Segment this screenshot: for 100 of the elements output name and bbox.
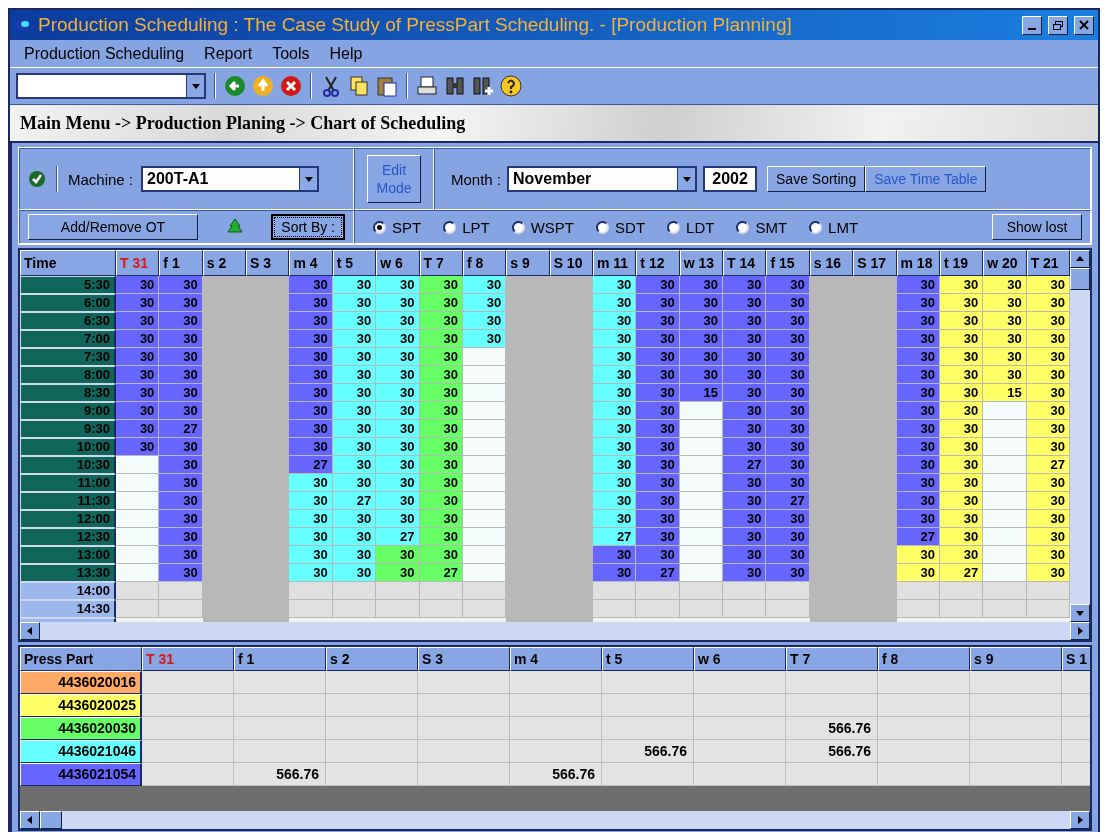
part-number[interactable]: 4436021054	[20, 763, 142, 786]
schedule-cell[interactable]	[983, 582, 1027, 600]
schedule-cell[interactable]	[116, 474, 160, 492]
rule-radio[interactable]: LMT	[809, 218, 859, 236]
schedule-cell[interactable]: 30	[159, 312, 203, 330]
schedule-cell[interactable]: 30	[376, 474, 420, 492]
schedule-cell[interactable]: 30	[593, 510, 637, 528]
schedule-cell[interactable]: 30	[376, 492, 420, 510]
schedule-cell[interactable]: 30	[116, 438, 160, 456]
schedule-cell[interactable]: 30	[679, 312, 724, 330]
up-icon[interactable]	[252, 75, 274, 97]
schedule-cell[interactable]: 30	[593, 294, 637, 312]
schedule-cell[interactable]: 30	[939, 474, 984, 492]
schedule-cell[interactable]	[462, 366, 507, 384]
schedule-cell[interactable]: 30	[289, 510, 333, 528]
help-icon[interactable]	[500, 75, 522, 97]
schedule-cell[interactable]: 30	[939, 348, 984, 366]
schedule-cell[interactable]: 30	[332, 474, 377, 492]
schedule-cell[interactable]: 30	[983, 366, 1027, 384]
schedule-cell[interactable]: 30	[896, 348, 940, 366]
menu-item[interactable]: Report	[194, 44, 263, 63]
schedule-cell[interactable]: 30	[593, 384, 637, 402]
schedule-cell[interactable]: 30	[376, 366, 420, 384]
schedule-cell[interactable]: 30	[593, 366, 637, 384]
schedule-cell[interactable]	[636, 600, 680, 618]
schedule-cell[interactable]: 30	[896, 330, 940, 348]
rule-radio[interactable]: SDT	[596, 218, 646, 236]
schedule-cell[interactable]: 30	[939, 384, 984, 402]
schedule-cell[interactable]: 30	[1026, 438, 1070, 456]
schedule-cell[interactable]: 30	[766, 546, 810, 564]
schedule-cell[interactable]: 30	[289, 384, 333, 402]
schedule-cell[interactable]: 30	[1026, 564, 1070, 582]
year-field[interactable]: 2002	[703, 166, 758, 192]
schedule-cell[interactable]: 30	[766, 294, 810, 312]
schedule-cell[interactable]: 30	[983, 294, 1027, 312]
schedule-cell[interactable]: 30	[766, 312, 810, 330]
schedule-cell[interactable]: 27	[636, 564, 680, 582]
schedule-cell[interactable]	[766, 582, 810, 600]
schedule-cell[interactable]: 30	[896, 420, 940, 438]
schedule-cell[interactable]: 27	[159, 420, 203, 438]
schedule-cell[interactable]: 30	[159, 330, 203, 348]
schedule-cell[interactable]: 30	[766, 438, 810, 456]
schedule-cell[interactable]	[332, 582, 377, 600]
schedule-cell[interactable]: 30	[159, 474, 203, 492]
schedule-cell[interactable]: 30	[332, 366, 377, 384]
binoculars-plus-icon[interactable]	[472, 75, 494, 97]
scrollbar-thumb[interactable]	[1070, 268, 1090, 290]
schedule-cell[interactable]: 30	[723, 438, 767, 456]
schedule-cell[interactable]: 30	[939, 510, 984, 528]
schedule-cell[interactable]	[679, 528, 724, 546]
schedule-cell[interactable]: 30	[289, 564, 333, 582]
part-number[interactable]: 4436020016	[20, 671, 142, 694]
binoculars-icon[interactable]	[444, 75, 466, 97]
radio-button[interactable]	[596, 220, 610, 234]
scrollbar-thumb[interactable]	[40, 811, 62, 829]
schedule-cell[interactable]: 30	[159, 348, 203, 366]
schedule-cell[interactable]	[462, 492, 507, 510]
schedule-cell[interactable]: 30	[116, 366, 160, 384]
schedule-cell[interactable]: 30	[1026, 474, 1070, 492]
schedule-cell[interactable]	[116, 492, 160, 510]
schedule-cell[interactable]: 30	[1026, 294, 1070, 312]
schedule-cell[interactable]: 30	[1026, 420, 1070, 438]
schedule-cell[interactable]: 30	[1026, 510, 1070, 528]
schedule-cell[interactable]: 27	[939, 564, 984, 582]
schedule-cell[interactable]: 30	[679, 366, 724, 384]
schedule-cell[interactable]: 30	[376, 294, 420, 312]
schedule-cell[interactable]: 30	[159, 294, 203, 312]
schedule-cell[interactable]	[462, 528, 507, 546]
rule-radio[interactable]: LPT	[443, 218, 490, 236]
schedule-cell[interactable]: 30	[116, 312, 160, 330]
schedule-cell[interactable]	[983, 600, 1027, 618]
schedule-cell[interactable]	[983, 546, 1027, 564]
schedule-cell[interactable]: 27	[593, 528, 637, 546]
schedule-cell[interactable]: 30	[332, 294, 377, 312]
close-button[interactable]	[1074, 15, 1094, 35]
schedule-cell[interactable]	[723, 600, 767, 618]
schedule-cell[interactable]: 30	[159, 384, 203, 402]
menu-item[interactable]: Help	[319, 44, 373, 63]
schedule-cell[interactable]: 27	[896, 528, 940, 546]
schedule-cell[interactable]	[983, 438, 1027, 456]
schedule-cell[interactable]	[116, 456, 160, 474]
schedule-cell[interactable]: 30	[376, 348, 420, 366]
schedule-cell[interactable]: 30	[159, 528, 203, 546]
schedule-cell[interactable]	[462, 420, 507, 438]
schedule-cell[interactable]	[593, 600, 637, 618]
schedule-cell[interactable]	[896, 582, 940, 600]
schedule-cell[interactable]: 30	[593, 474, 637, 492]
cancel-icon[interactable]	[280, 75, 302, 97]
part-number[interactable]: 4436021046	[20, 740, 142, 763]
schedule-cell[interactable]	[896, 600, 940, 618]
schedule-cell[interactable]: 30	[636, 438, 680, 456]
schedule-cell[interactable]: 30	[419, 330, 463, 348]
schedule-cell[interactable]	[983, 564, 1027, 582]
schedule-cell[interactable]: 27	[376, 528, 420, 546]
schedule-cell[interactable]: 30	[939, 294, 984, 312]
schedule-cell[interactable]: 30	[939, 420, 984, 438]
schedule-cell[interactable]: 30	[116, 294, 160, 312]
schedule-cell[interactable]: 30	[419, 420, 463, 438]
schedule-cell[interactable]: 30	[636, 546, 680, 564]
schedule-cell[interactable]	[983, 456, 1027, 474]
